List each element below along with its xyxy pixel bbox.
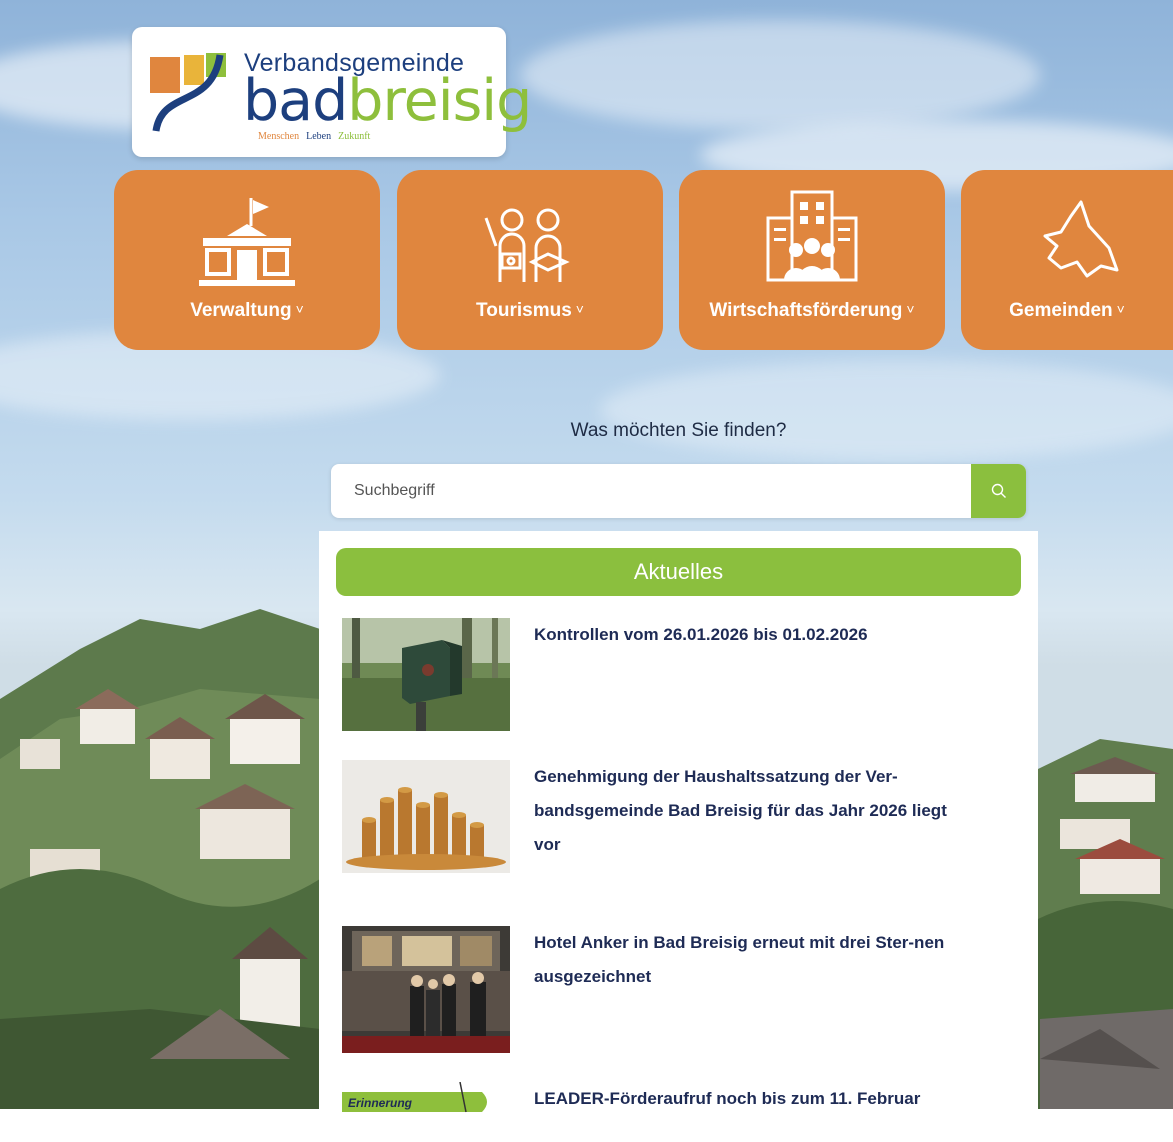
- search-prompt: Was möchten Sie finden?: [570, 420, 787, 441]
- news-item[interactable]: Hotel Anker in Bad Breisig erneut mit dr…: [342, 926, 1022, 1054]
- news-thumbnail[interactable]: [342, 926, 510, 1053]
- nav-label: Gemeinden ˅: [1009, 300, 1125, 321]
- region-map-icon: [1043, 200, 1119, 278]
- town-hall-icon: [199, 198, 295, 286]
- coins-image: [342, 760, 510, 873]
- nav-tile-wirtschaftsfoerderung[interactable]: Wirtschaftsförderung ˅: [679, 170, 945, 350]
- nav-label: Tourismus ˅: [476, 300, 584, 321]
- news-thumbnail[interactable]: Erinnerung: [342, 1082, 510, 1142]
- chevron-down-icon: ˅: [906, 301, 915, 317]
- nav-label: Verwaltung ˅: [190, 300, 304, 321]
- news-title[interactable]: Kontrollen vom 26.01.2026 bis 01.02.2026: [534, 618, 974, 652]
- news-panel: Aktuelles Kontrollen vom 26.01.2026 bis …: [319, 531, 1038, 1142]
- tourists-icon: [484, 208, 570, 282]
- news-thumbnail[interactable]: [342, 760, 510, 873]
- news-thumbnail[interactable]: [342, 618, 510, 731]
- nav-tile-tourismus[interactable]: Tourismus ˅: [397, 170, 663, 350]
- chevron-down-icon: ˅: [295, 301, 304, 317]
- search-button[interactable]: [971, 464, 1026, 518]
- news-item[interactable]: Genehmigung der Haushaltssatzung der Ver…: [342, 760, 1022, 910]
- logo-mark-icon: [150, 53, 226, 132]
- search-icon: [991, 483, 1006, 498]
- nav-tile-verwaltung[interactable]: Verwaltung ˅: [114, 170, 380, 350]
- news-header: Aktuelles: [336, 548, 1021, 596]
- logo-wordmark: badbreisig: [243, 68, 532, 134]
- news-title[interactable]: LEADER-Förderaufruf noch bis zum 11. Feb…: [534, 1082, 974, 1116]
- search-bar: [331, 464, 1026, 518]
- news-title[interactable]: Genehmigung der Haushaltssatzung der Ver…: [534, 760, 974, 862]
- reminder-banner-image: Erinnerung: [342, 1082, 510, 1142]
- hotel-people-image: [342, 926, 510, 1053]
- reminder-banner-text: Erinnerung: [348, 1096, 413, 1110]
- nav-label: Wirtschaftsförderung ˅: [709, 300, 915, 321]
- news-item[interactable]: Kontrollen vom 26.01.2026 bis 01.02.2026: [342, 618, 1022, 733]
- news-title[interactable]: Hotel Anker in Bad Breisig erneut mit dr…: [534, 926, 974, 994]
- nav-tile-gemeinden[interactable]: Gemeinden ˅: [961, 170, 1173, 350]
- chevron-down-icon: ˅: [1116, 301, 1125, 317]
- speed-camera-image: [342, 618, 510, 731]
- chevron-down-icon: ˅: [575, 301, 584, 317]
- business-building-icon: [766, 190, 858, 282]
- search-input[interactable]: [331, 464, 971, 518]
- news-item[interactable]: Erinnerung LEADER-Förderaufruf noch bis …: [342, 1082, 1022, 1142]
- logo-tagline: Menschen Leben Zukunft: [258, 131, 371, 142]
- site-logo[interactable]: Verbandsgemeinde badbreisig Menschen Lebe…: [132, 27, 532, 157]
